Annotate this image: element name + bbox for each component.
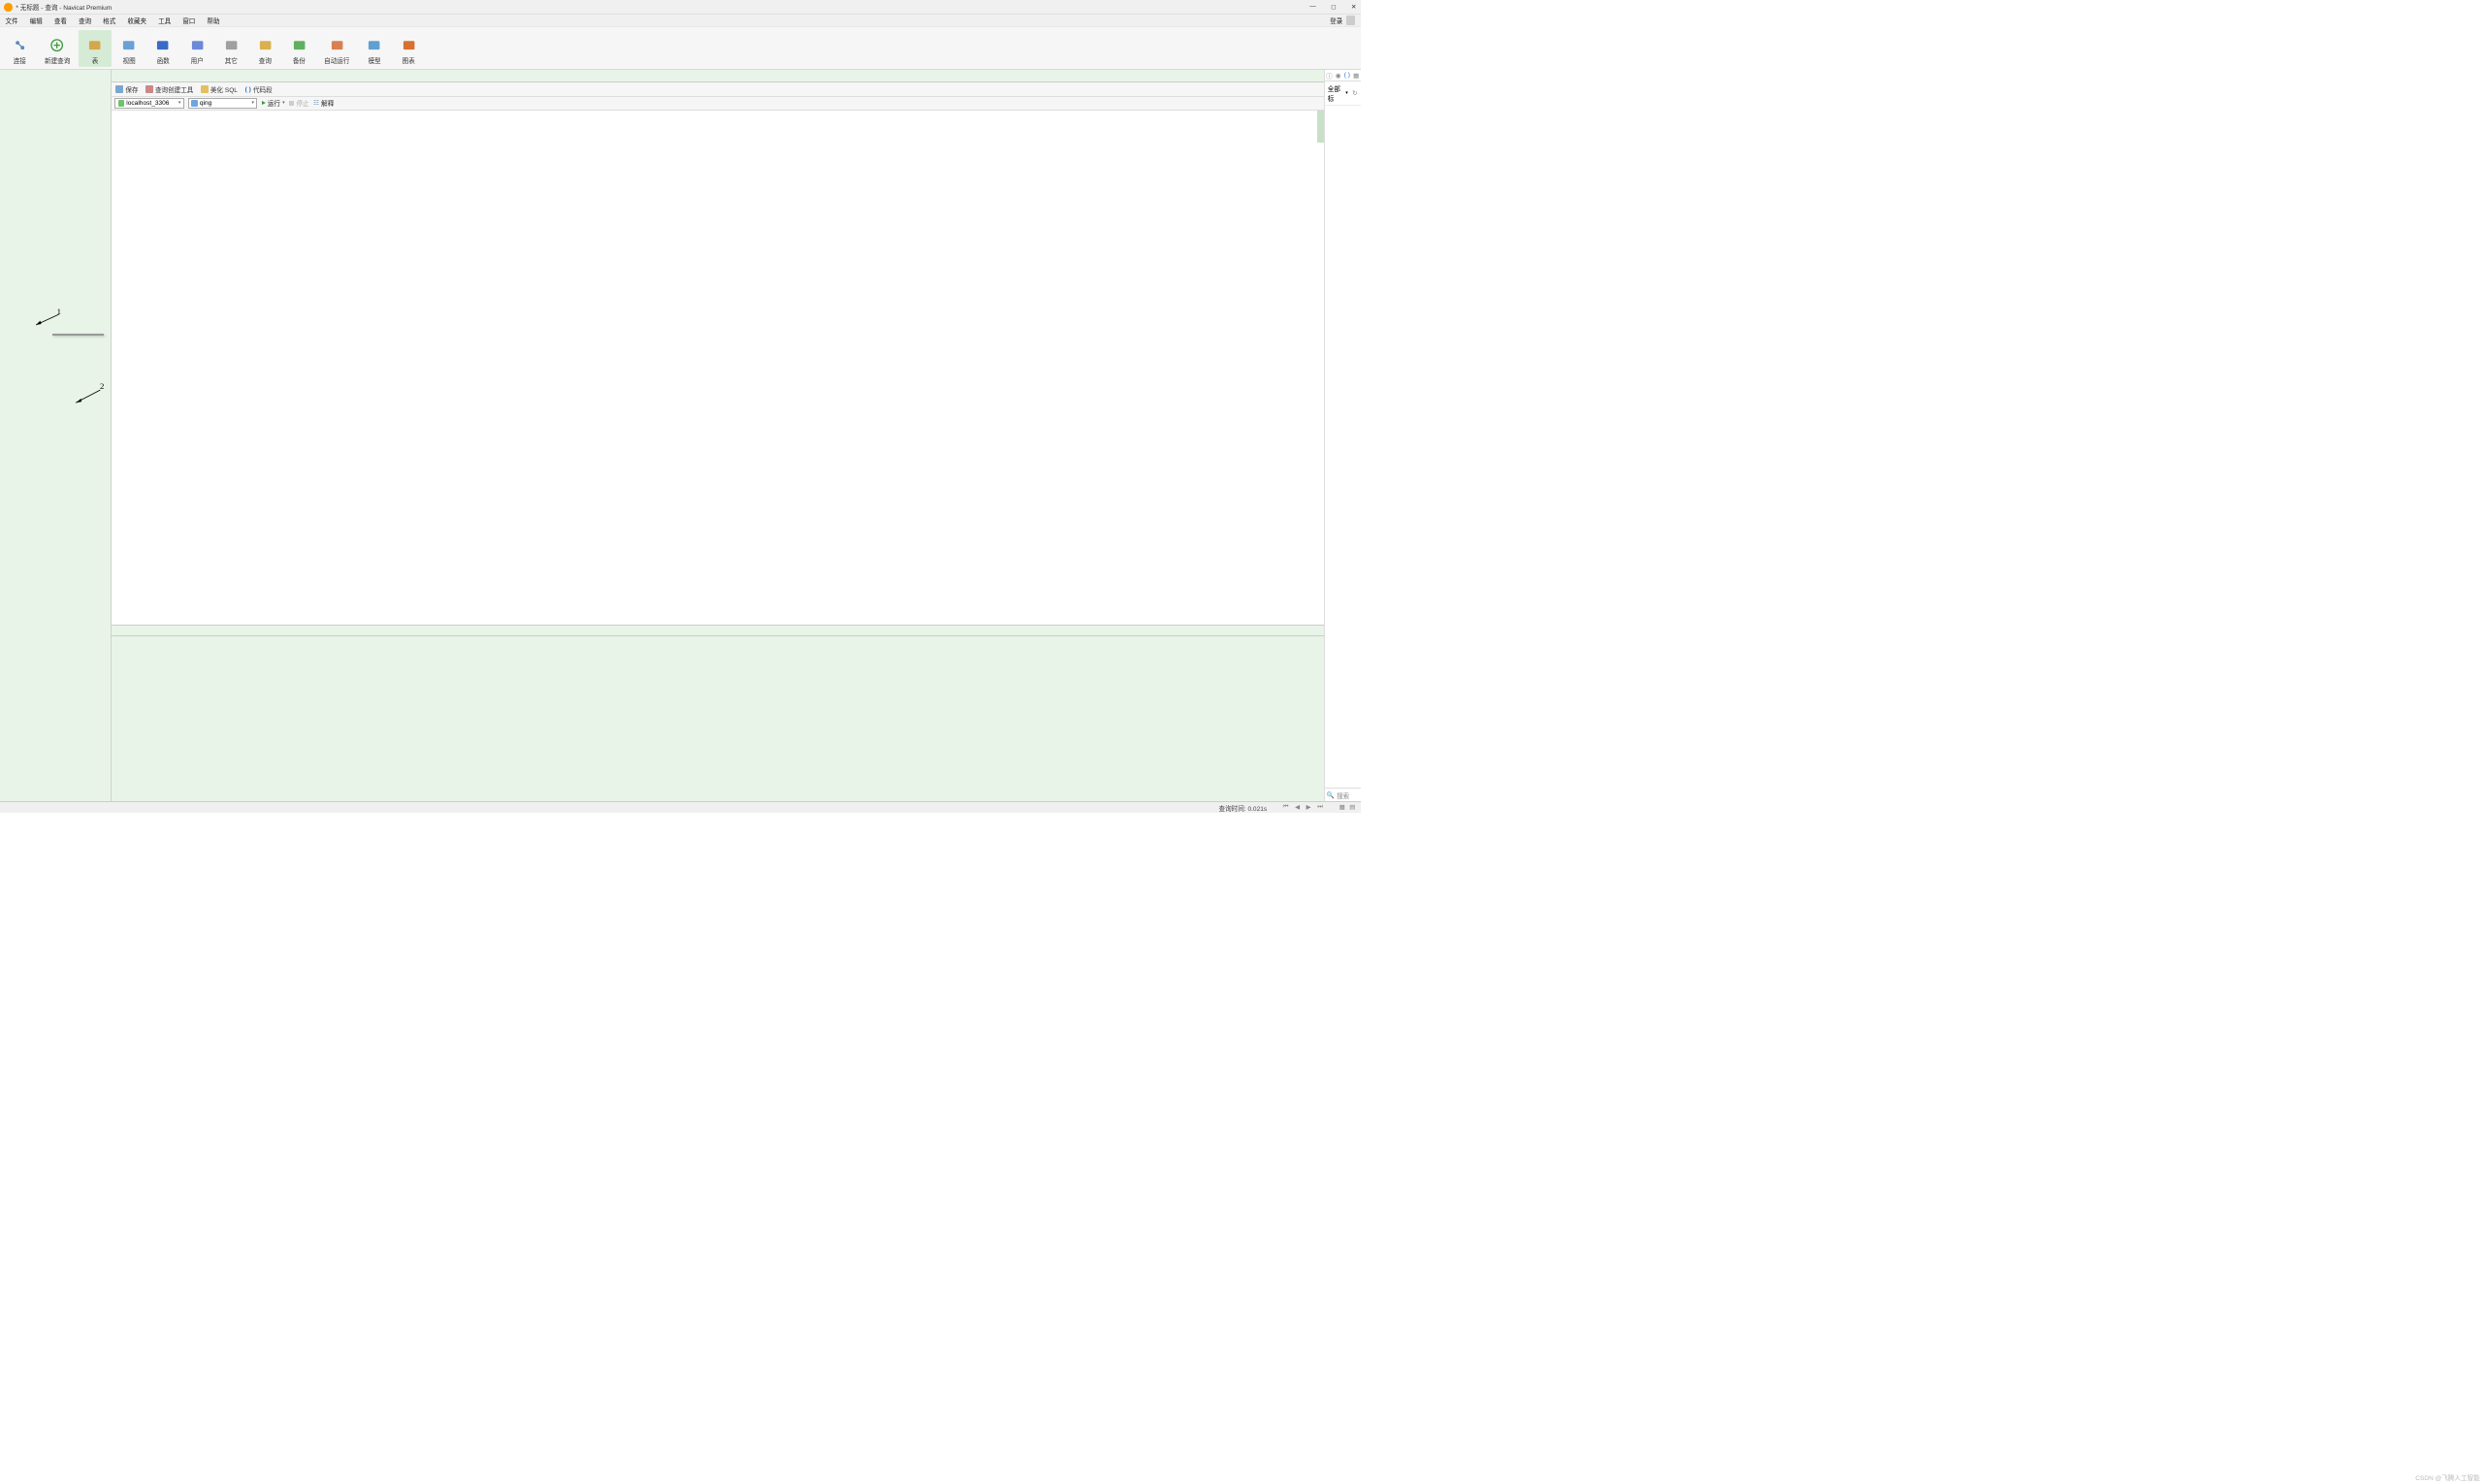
stop-icon [289,101,294,106]
menu-2[interactable]: 查看 [54,16,67,25]
view-toggle[interactable]: ▦▤ [1339,803,1356,813]
login-label[interactable]: 登录 [1330,16,1342,25]
db-icon [191,100,198,107]
app-logo-icon [4,3,13,12]
main-toolbar: 连接新建查询表视图函数用户其它查询备份自动运行模型图表 [0,27,1361,70]
new-query-icon [49,38,64,52]
avatar-icon [1346,16,1356,25]
chevron-down-icon: ▾ [178,100,180,106]
save-button[interactable]: 保存 [115,84,138,94]
context-menu[interactable] [52,334,104,336]
minimize-button[interactable]: — [1309,3,1316,11]
status-bar: 查询时间: 0.021s ⏮◀▶⏭ ▦▤ [0,801,1361,813]
scrollbar[interactable] [1317,111,1324,143]
tool-icon [145,85,153,93]
snippet-search[interactable]: 🔍搜索 [1325,788,1361,801]
server-selector[interactable]: localhost_3306▾ [114,98,183,109]
grid-icon[interactable]: ▦ [1353,72,1359,80]
menu-5[interactable]: 收藏夹 [127,16,146,25]
menu-bar[interactable]: 文件 编辑 查看 查询 格式 收藏夹 工具 窗口 帮助 登录 [0,15,1361,27]
functions-icon [155,38,170,52]
toolbar-chart[interactable]: 图表 [392,30,425,67]
menu-6[interactable]: 工具 [158,16,171,25]
backup-icon [292,38,306,52]
beautify-sql-button[interactable]: 美化 SQL [201,84,238,94]
paren-icon[interactable]: ( ) [1344,72,1350,79]
toolbar-automation[interactable]: 自动运行 [316,30,357,67]
tables-icon [87,38,102,52]
menu-7[interactable]: 窗口 [182,16,195,25]
others-icon [224,38,239,52]
query-builder-button[interactable]: 查询创建工具 [145,84,193,94]
toolbar-others[interactable]: 其它 [214,30,247,67]
toolbar-new-query[interactable]: 新建查询 [37,30,78,67]
model-icon [367,38,381,52]
menu-1[interactable]: 编辑 [30,16,43,25]
close-button[interactable]: ✕ [1351,3,1357,11]
toolbar-users[interactable]: 用户 [180,30,213,67]
server-icon [118,100,125,107]
paren-icon: ( ) [245,86,251,93]
automation-icon [330,38,344,52]
maximize-button[interactable]: ◻ [1331,3,1336,11]
connect-icon [13,38,27,52]
chevron-down-icon: ▾ [252,100,254,106]
explain-icon: ☷ [313,99,319,107]
database-selector[interactable]: qing▾ [188,98,257,109]
toolbar-functions[interactable]: 函数 [146,30,179,67]
info-tabs[interactable] [112,625,1323,636]
toolbar-views[interactable]: 视图 [113,30,145,67]
query-icon [258,38,273,52]
connection-row[interactable]: localhost_3306▾ qing▾ 运行▾ 停止 ☷解释 [112,97,1323,111]
run-button[interactable]: 运行▾ [262,98,285,108]
menu-8[interactable]: 帮助 [207,16,219,25]
code-area[interactable] [133,111,1324,626]
query-time: 查询时间: 0.021s [1219,803,1268,813]
menu-4[interactable]: 格式 [103,16,115,25]
menu-3[interactable]: 查询 [79,16,91,25]
users-icon [190,38,205,52]
search-icon: 🔍 [1327,791,1335,799]
line-gutter [112,111,133,626]
document-tabs[interactable] [112,70,1323,82]
toolbar-connect[interactable]: 连接 [3,30,36,67]
window-title: * 无标题 - 查询 - Navicat Premium [16,2,112,12]
output-log[interactable] [112,636,1323,801]
arrow-icon [35,313,61,329]
save-icon [115,85,123,93]
content-area: 保存 查询创建工具 美化 SQL ( )代码段 localhost_3306▾ … [112,70,1323,801]
eye-icon[interactable]: ◉ [1336,72,1341,80]
query-toolbar[interactable]: 保存 查询创建工具 美化 SQL ( )代码段 [112,82,1323,96]
connection-tree[interactable]: 1 2 [0,70,112,801]
chart-icon [402,38,416,52]
wand-icon [201,85,209,93]
toolbar-model[interactable]: 模型 [358,30,391,67]
title-bar: * 无标题 - 查询 - Navicat Premium — ◻ ✕ [0,0,1361,15]
play-icon [262,101,266,105]
toolbar-backup[interactable]: 备份 [282,30,315,67]
toolbar-tables[interactable]: 表 [79,30,112,67]
filter-selector[interactable]: 全部标▾↻ [1325,81,1361,105]
snippet-panel[interactable]: ⓘ ◉ ( ) ▦ 全部标▾↻ 🔍搜索 [1324,70,1361,801]
menu-0[interactable]: 文件 [5,16,17,25]
pagination[interactable]: ⏮◀▶⏭ [1283,803,1324,813]
code-snippet-button[interactable]: ( )代码段 [245,84,273,94]
toolbar-query[interactable]: 查询 [248,30,281,67]
watermark: CSDN @飞腾人工智能 [2415,1472,2479,1482]
sql-editor[interactable] [112,111,1323,626]
info-icon[interactable]: ⓘ [1326,71,1333,81]
login-area[interactable]: 登录 [1330,16,1355,25]
views-icon [121,38,136,52]
explain-button[interactable]: ☷解释 [313,98,334,108]
stop-button: 停止 [289,98,309,108]
arrow-icon [75,389,101,404]
